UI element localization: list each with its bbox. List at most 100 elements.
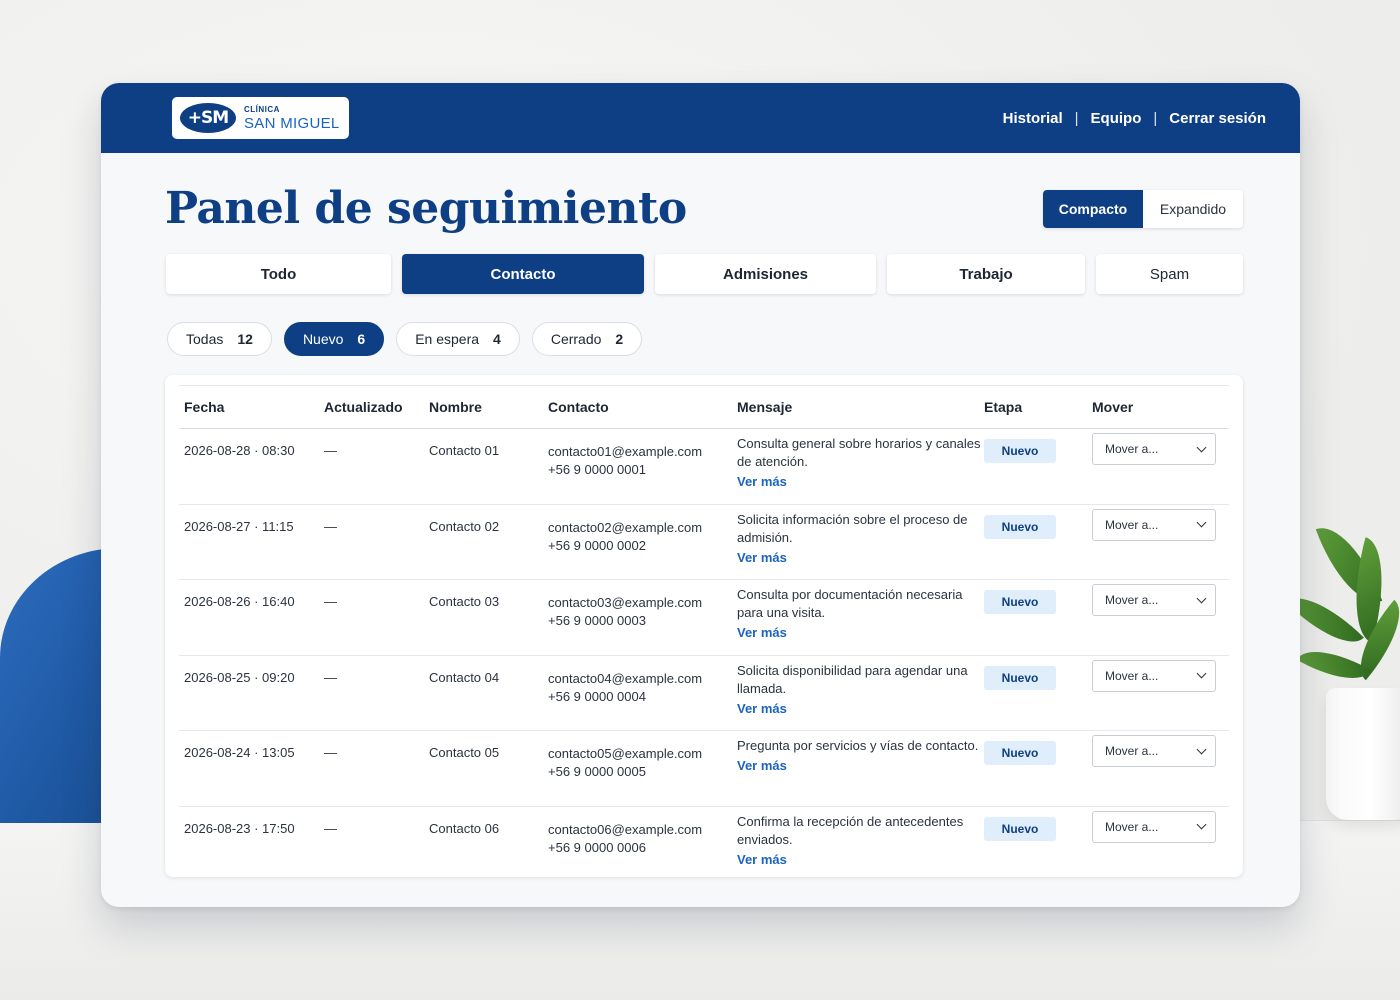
column-header-mover[interactable]: Mover — [1092, 399, 1218, 415]
table-body: 2026-08-28 · 08:30 — Contacto 01 contact… — [179, 429, 1229, 882]
column-header-etapa[interactable]: Etapa — [984, 399, 1092, 415]
cell-mover: Mover a... — [1092, 433, 1218, 465]
contact-email[interactable]: contacto01@example.com — [548, 443, 737, 461]
table-row[interactable]: 2026-08-23 · 17:50 — Contacto 06 contact… — [179, 807, 1229, 883]
clinic-logo[interactable]: +SM CLÍNICA SAN MIGUEL — [172, 97, 349, 139]
app-window: +SM CLÍNICA SAN MIGUEL Historial | Equip… — [101, 83, 1300, 907]
message-text: Consulta por documentación necesaria par… — [737, 587, 963, 620]
ver-mas-link[interactable]: Ver más — [737, 624, 984, 642]
move-to-value: Mover a... — [1105, 593, 1159, 607]
cell-etapa: Nuevo — [984, 665, 1092, 690]
tab-spam[interactable]: Spam — [1096, 254, 1243, 294]
top-bar: +SM CLÍNICA SAN MIGUEL Historial | Equip… — [101, 83, 1300, 153]
filter-cerrado[interactable]: Cerrado 2 — [531, 322, 643, 356]
tab-todo[interactable]: Todo — [166, 254, 391, 294]
cell-etapa: Nuevo — [984, 741, 1092, 765]
tab-trabajo[interactable]: Trabajo — [887, 254, 1085, 294]
move-to-select[interactable]: Mover a... — [1092, 584, 1216, 616]
filter-label: Cerrado — [550, 331, 602, 347]
contact-email[interactable]: contacto06@example.com — [548, 821, 737, 839]
tab-contacto[interactable]: Contacto — [402, 254, 644, 294]
page-title: Panel de seguimiento — [165, 183, 687, 234]
cell-nombre: Contacto 02 — [429, 518, 500, 534]
cell-mover: Mover a... — [1092, 659, 1218, 692]
table-header: Fecha Actualizado Nombre Contacto Mensaj… — [179, 385, 1229, 429]
top-nav: Historial | Equipo | Cerrar sesión — [1003, 110, 1266, 127]
table-row[interactable]: 2026-08-26 · 16:40 — Contacto 03 contact… — [179, 580, 1229, 656]
cell-contacto: contacto04@example.com +56 9 0000 0004 — [548, 670, 737, 706]
chevron-down-icon — [1196, 819, 1207, 830]
status-badge: Nuevo — [984, 439, 1056, 463]
chevron-down-icon — [1196, 668, 1207, 679]
cell-contacto: contacto01@example.com +56 9 0000 0001 — [548, 443, 737, 479]
status-badge: Nuevo — [984, 816, 1056, 841]
ver-mas-link[interactable]: Ver más — [737, 851, 984, 869]
ver-mas-link[interactable]: Ver más — [737, 700, 984, 718]
ver-mas-link[interactable]: Ver más — [737, 757, 984, 775]
contact-email[interactable]: contacto04@example.com — [548, 670, 737, 688]
column-header-contacto[interactable]: Contacto — [548, 398, 737, 416]
cell-mover: Mover a... — [1092, 810, 1218, 843]
column-header-nombre[interactable]: Nombre — [429, 399, 548, 415]
status-badge: Nuevo — [984, 514, 1056, 539]
cell-actualizado: — — [324, 820, 337, 836]
move-to-select[interactable]: Mover a... — [1092, 659, 1216, 692]
nav-logout-link[interactable]: Cerrar sesión — [1169, 110, 1266, 127]
cell-actualizado: — — [324, 443, 337, 458]
nav-separator: | — [1074, 109, 1079, 127]
chevron-down-icon — [1196, 744, 1207, 754]
contact-phone[interactable]: +56 9 0000 0001 — [548, 461, 737, 479]
contact-email[interactable]: contacto05@example.com — [548, 745, 737, 763]
filter-label: Nuevo — [302, 331, 344, 347]
filter-todas[interactable]: Todas 12 — [167, 322, 272, 356]
message-text: Solicita disponibilidad para agendar una… — [737, 662, 968, 696]
table-row[interactable]: 2026-08-24 · 13:05 — Contacto 05 contact… — [179, 731, 1229, 807]
nav-equipo-link[interactable]: Equipo — [1091, 110, 1142, 127]
cell-contacto: contacto05@example.com +56 9 0000 0005 — [548, 745, 737, 781]
cell-fecha: 2026-08-24 · 13:05 — [184, 745, 295, 760]
category-tabs: Todo Contacto Admisiones Trabajo Spam — [166, 254, 1243, 294]
logo-subtitle: CLÍNICA — [244, 104, 280, 114]
tab-admisiones[interactable]: Admisiones — [655, 254, 876, 294]
column-header-mensaje[interactable]: Mensaje — [737, 398, 984, 416]
message-text: Consulta general sobre horarios y canale… — [737, 436, 981, 469]
contact-email[interactable]: contacto03@example.com — [548, 594, 737, 612]
table-row[interactable]: 2026-08-27 · 11:15 — Contacto 02 contact… — [179, 505, 1229, 580]
ver-mas-link[interactable]: Ver más — [737, 549, 984, 567]
view-compact-button[interactable]: Compacto — [1043, 189, 1143, 228]
cell-nombre: Contacto 05 — [429, 745, 500, 760]
table-row[interactable]: 2026-08-28 · 08:30 — Contacto 01 contact… — [179, 429, 1229, 505]
cell-mover: Mover a... — [1092, 508, 1218, 541]
cell-etapa: Nuevo — [984, 439, 1092, 463]
view-expanded-button[interactable]: Expandido — [1143, 189, 1243, 228]
filter-count: 4 — [493, 331, 501, 347]
contact-email[interactable]: contacto02@example.com — [548, 519, 737, 537]
status-filters: Todas 12 Nuevo 6 En espera 4 Cerrado 2 — [167, 322, 643, 356]
contact-phone[interactable]: +56 9 0000 0005 — [548, 763, 737, 781]
cell-nombre: Contacto 03 — [429, 594, 500, 609]
move-to-value: Mover a... — [1105, 442, 1159, 456]
contact-phone[interactable]: +56 9 0000 0003 — [548, 612, 737, 630]
filter-en-espera[interactable]: En espera 4 — [396, 322, 520, 356]
move-to-select[interactable]: Mover a... — [1092, 810, 1216, 843]
cell-nombre: Contacto 06 — [429, 820, 500, 836]
contact-phone[interactable]: +56 9 0000 0002 — [548, 537, 737, 555]
column-header-fecha[interactable]: Fecha — [179, 399, 324, 415]
move-to-select[interactable]: Mover a... — [1092, 433, 1216, 465]
ver-mas-link[interactable]: Ver más — [737, 473, 984, 491]
cell-mensaje: Pregunta por servicios y vías de contact… — [737, 737, 984, 775]
message-text: Solicita información sobre el proceso de… — [737, 511, 968, 545]
contact-phone[interactable]: +56 9 0000 0004 — [548, 688, 737, 706]
status-badge: Nuevo — [984, 665, 1056, 690]
nav-separator: | — [1153, 109, 1158, 127]
contact-phone[interactable]: +56 9 0000 0006 — [548, 839, 737, 857]
table-row[interactable]: 2026-08-25 · 09:20 — Contacto 04 contact… — [179, 656, 1229, 731]
cell-etapa: Nuevo — [984, 590, 1092, 614]
contacts-table: Fecha Actualizado Nombre Contacto Mensaj… — [165, 375, 1243, 877]
move-to-select[interactable]: Mover a... — [1092, 508, 1216, 541]
filter-nuevo[interactable]: Nuevo 6 — [283, 322, 385, 356]
cell-contacto: contacto06@example.com +56 9 0000 0006 — [548, 821, 737, 857]
nav-historial-link[interactable]: Historial — [1003, 110, 1063, 127]
column-header-actualizado[interactable]: Actualizado — [324, 399, 429, 415]
move-to-select[interactable]: Mover a... — [1092, 735, 1216, 767]
